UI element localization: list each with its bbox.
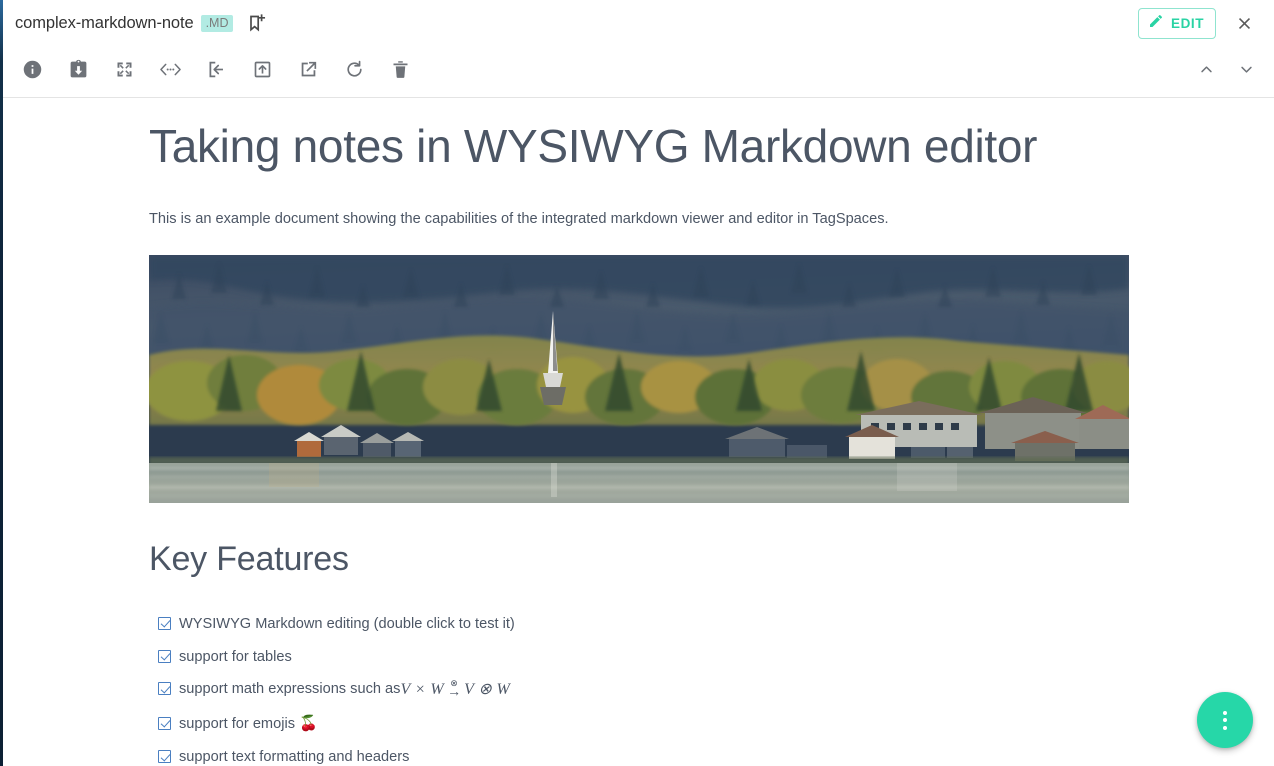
feature-task-list: WYSIWYG Markdown editing (double click t…	[149, 615, 1129, 766]
task-label: support math expressions such as	[179, 681, 401, 698]
arrow-up-box-icon	[252, 59, 273, 85]
page-title: Taking notes in WYSIWYG Markdown editor	[149, 120, 1038, 172]
list-item: support math expressions such as V × W ⊗…	[158, 679, 1129, 701]
save-button[interactable]	[55, 50, 101, 94]
intro-paragraph: This is an example document showing the …	[149, 210, 889, 227]
task-label: support text formatting and headers	[179, 749, 410, 765]
fullscreen-icon	[114, 59, 135, 85]
open-external-button[interactable]	[285, 50, 331, 94]
pencil-icon	[1148, 13, 1164, 34]
markdown-document-pane: Taking notes in WYSIWYG Markdown editor …	[3, 98, 1274, 766]
task-checkbox[interactable]	[158, 716, 171, 730]
source-view-button[interactable]	[147, 50, 193, 94]
next-file-button[interactable]	[1226, 50, 1266, 94]
external-link-icon	[298, 59, 319, 85]
left-edge-rail	[0, 0, 3, 766]
markdown-viewer-window: complex-markdown-note .MD EDIT Taking no…	[0, 0, 1274, 766]
markdown-content: Taking notes in WYSIWYG Markdown editor …	[3, 98, 1274, 766]
file-extension-badge: .MD	[200, 14, 234, 33]
open-containing-folder-button[interactable]	[239, 50, 285, 94]
arrow-into-box-icon	[206, 59, 227, 85]
chevron-up-icon	[1197, 60, 1216, 84]
math-arrow: ⊗ →	[447, 679, 462, 701]
previous-file-button[interactable]	[1186, 50, 1226, 94]
task-checkbox[interactable]	[158, 682, 171, 696]
file-toolbar	[3, 47, 1274, 98]
task-checkbox[interactable]	[158, 616, 171, 630]
chevron-down-icon	[1237, 60, 1256, 84]
trash-icon	[390, 59, 411, 85]
file-name-label: complex-markdown-note	[15, 14, 194, 32]
task-checkbox[interactable]	[158, 750, 171, 763]
open-natively-button[interactable]	[193, 50, 239, 94]
list-item: support text formatting and headers	[158, 748, 1129, 766]
refresh-icon	[344, 59, 365, 85]
section-heading: Key Features	[149, 539, 349, 578]
list-item: support for tables	[158, 648, 1129, 666]
close-icon[interactable]	[1230, 10, 1258, 38]
list-item: WYSIWYG Markdown editing (double click t…	[158, 615, 1129, 633]
list-item: support for emojis 🍒	[158, 715, 1129, 734]
info-icon	[22, 59, 43, 85]
more-vertical-icon-dot	[1223, 718, 1227, 722]
reload-button[interactable]	[331, 50, 377, 94]
task-checkbox[interactable]	[158, 649, 171, 663]
hero-image	[149, 254, 1129, 503]
save-clipboard-icon	[68, 59, 89, 85]
delete-button[interactable]	[377, 50, 423, 94]
file-header: complex-markdown-note .MD EDIT	[3, 0, 1274, 47]
more-vertical-icon	[1223, 710, 1227, 715]
task-label: support for tables	[179, 648, 292, 665]
cherries-emoji: 🍒	[299, 714, 318, 732]
math-expression-rhs: V ⊗ W	[464, 681, 511, 699]
more-actions-button[interactable]	[1197, 692, 1253, 748]
more-vertical-icon-dot	[1223, 725, 1227, 730]
edit-button-label: EDIT	[1171, 16, 1204, 31]
properties-button[interactable]	[9, 50, 55, 94]
code-chevrons-icon	[159, 60, 182, 84]
edit-button[interactable]: EDIT	[1138, 8, 1216, 39]
task-label: support for emojis	[179, 715, 295, 732]
fullscreen-button[interactable]	[101, 50, 147, 94]
math-expression-lhs: V × W	[400, 681, 445, 699]
math-arrow-glyph: →	[447, 685, 462, 701]
bookmark-add-icon[interactable]	[245, 12, 269, 36]
task-label: WYSIWYG Markdown editing (double click t…	[179, 615, 515, 632]
